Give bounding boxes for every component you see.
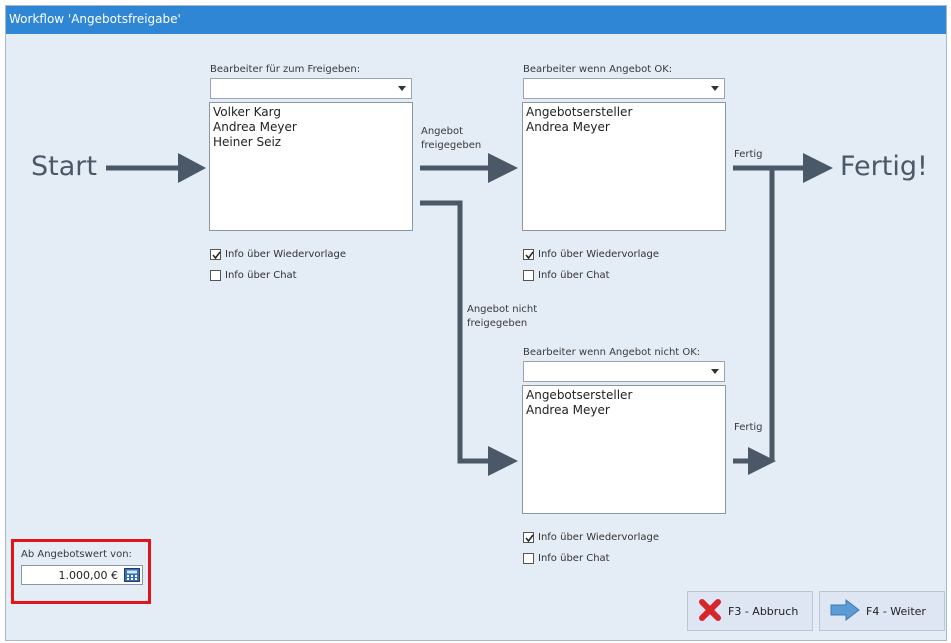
checkbox-unchecked[interactable] xyxy=(210,270,221,281)
start-label: Start xyxy=(31,151,97,182)
list-item[interactable]: Andrea Meyer xyxy=(526,403,722,418)
approval-info-chat-checkbox[interactable]: Info über Chat xyxy=(210,270,297,281)
cancel-button[interactable]: F3 - Abbruch xyxy=(687,591,813,631)
right-arrow-icon xyxy=(830,598,860,624)
next-button-label: F4 - Weiter xyxy=(866,604,926,618)
done-label-top: Fertig xyxy=(734,149,763,160)
list-item[interactable]: Angebotsersteller xyxy=(526,105,722,120)
not-ok-info-chat-checkbox[interactable]: Info über Chat xyxy=(523,553,610,564)
approved-arrowhead xyxy=(488,153,518,183)
checkbox-checked[interactable] xyxy=(523,532,534,543)
list-item[interactable]: Andrea Meyer xyxy=(213,120,409,135)
cancel-button-label: F3 - Abbruch xyxy=(728,604,799,618)
checkbox-label: Info über Chat xyxy=(225,270,297,281)
checkbox-checked[interactable] xyxy=(210,249,221,260)
ok-info-wiedervorlage-checkbox[interactable]: Info über Wiedervorlage xyxy=(523,249,659,260)
chevron-down-icon[interactable] xyxy=(706,362,724,381)
done-label-bottom: Fertig xyxy=(734,422,763,433)
not-ok-info-wiedervorlage-checkbox[interactable]: Info über Wiedervorlage xyxy=(523,532,659,543)
not-approved-arrow-line xyxy=(420,200,491,464)
checkmark-icon xyxy=(525,251,534,260)
not-approved-arrowhead xyxy=(488,446,518,476)
red-x-icon xyxy=(698,598,722,625)
ok-info-chat-checkbox[interactable]: Info über Chat xyxy=(523,270,610,281)
next-button[interactable]: F4 - Weiter xyxy=(819,591,945,631)
calculator-icon[interactable] xyxy=(124,568,140,582)
chevron-down-icon[interactable] xyxy=(393,79,411,98)
threshold-amount-input[interactable]: 1.000,00 € xyxy=(21,565,143,585)
ok-user-list[interactable]: Angebotsersteller Andrea Meyer xyxy=(522,102,726,231)
threshold-amount-value[interactable]: 1.000,00 € xyxy=(59,569,118,582)
not-approved-label-line1: Angebot nicht xyxy=(467,304,538,315)
checkbox-label: Info über Wiedervorlage xyxy=(538,532,659,543)
not-ok-user-combo[interactable] xyxy=(523,361,725,382)
chevron-down-icon[interactable] xyxy=(706,79,724,98)
ok-user-combo[interactable] xyxy=(523,78,725,99)
checkbox-unchecked[interactable] xyxy=(523,553,534,564)
checkmark-icon xyxy=(212,251,221,260)
done-top-arrowhead xyxy=(803,153,833,183)
list-item[interactable]: Heiner Seiz xyxy=(213,135,409,150)
checkbox-label: Info über Chat xyxy=(538,270,610,281)
list-item[interactable]: Angebotsersteller xyxy=(526,388,722,403)
approval-user-list[interactable]: Volker Karg Andrea Meyer Heiner Seiz xyxy=(209,102,413,231)
ok-panel-label: Bearbeiter wenn Angebot OK: xyxy=(523,64,673,75)
checkmark-icon xyxy=(525,534,534,543)
workflow-window: Workflow 'Angebotsfreigabe' Start Fertig… xyxy=(5,5,947,641)
checkbox-label: Info über Wiedervorlage xyxy=(225,249,346,260)
checkbox-label: Info über Wiedervorlage xyxy=(538,249,659,260)
checkbox-checked[interactable] xyxy=(523,249,534,260)
list-item[interactable]: Andrea Meyer xyxy=(526,120,722,135)
approval-info-wiedervorlage-checkbox[interactable]: Info über Wiedervorlage xyxy=(210,249,346,260)
threshold-highlight-frame: Ab Angebotswert von: 1.000,00 € xyxy=(11,539,151,604)
checkbox-unchecked[interactable] xyxy=(523,270,534,281)
start-arrowhead xyxy=(178,153,206,183)
checkbox-label: Info über Chat xyxy=(538,553,610,564)
approved-label-line1: Angebot xyxy=(421,126,464,137)
threshold-label: Ab Angebotswert von: xyxy=(21,549,132,560)
approved-label-line2: freigegeben xyxy=(421,140,482,151)
end-label: Fertig! xyxy=(840,151,928,182)
not-ok-user-list[interactable]: Angebotsersteller Andrea Meyer xyxy=(522,385,726,514)
list-item[interactable]: Volker Karg xyxy=(213,105,409,120)
not-ok-panel-label: Bearbeiter wenn Angebot nicht OK: xyxy=(523,347,701,358)
not-approved-label-line2: freigegeben xyxy=(467,318,528,329)
approval-panel-label: Bearbeiter für zum Freigeben: xyxy=(210,64,361,75)
approval-user-combo[interactable] xyxy=(210,78,412,99)
